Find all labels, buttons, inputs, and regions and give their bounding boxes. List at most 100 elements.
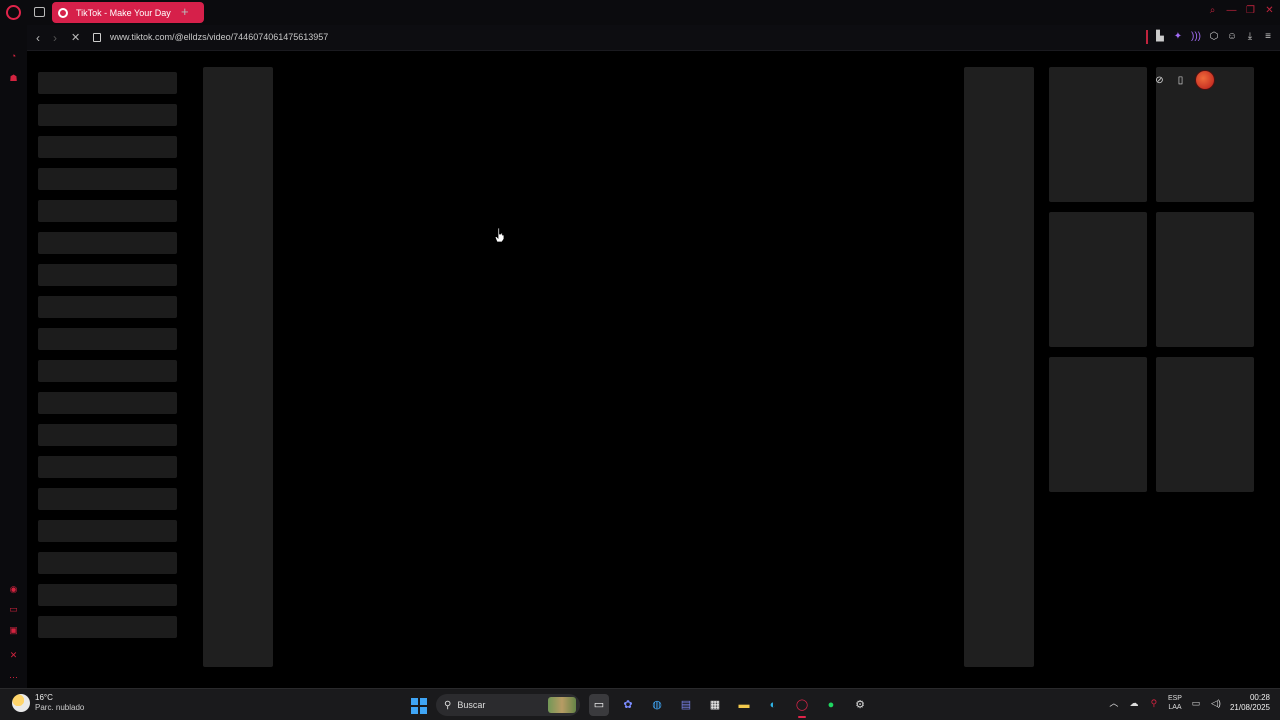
nav-skeleton-item [38,136,177,158]
forward-button[interactable]: › [53,31,63,45]
related-grid-skeleton [1049,67,1255,492]
loading-favicon-icon [58,7,68,18]
network-icon[interactable]: ▭ [1190,696,1202,710]
nav-skeleton-item [38,392,177,414]
page-content: ⊘ ▯ [27,51,1280,688]
settings-icon[interactable]: ⚙ [850,694,870,716]
floating-toolbar: ⊘ ▯ [1153,70,1215,90]
nav-skeleton-item [38,424,177,446]
new-tab-button[interactable]: + [181,4,189,20]
tab-title: TikTok - Make Your Day [76,7,171,18]
edge-icon[interactable]: ◐ [763,694,783,716]
avatar[interactable] [1195,70,1215,90]
sidebar-player-icon[interactable]: ▣ [8,625,19,635]
nav-skeleton-item [38,328,177,350]
volume-icon[interactable]: ◁) [1210,696,1222,710]
grid-skeleton-cell [1049,212,1147,347]
weather-temp: 16°C [35,693,53,702]
nav-skeleton-item [38,552,177,574]
search-icon: ⚲ [444,699,452,711]
nav-skeleton-item [38,360,177,382]
sidebar-vpn-icon[interactable]: ◉ [8,584,19,594]
sidebar-more-icon[interactable]: ⋯ [8,672,19,682]
language-indicator[interactable]: ESP LAA [1168,694,1182,712]
restore-button[interactable]: ❐ [1244,2,1257,20]
close-window-button[interactable]: ✕ [1263,2,1276,20]
nav-skeleton-item [38,520,177,542]
mobile-icon[interactable]: ▯ [1174,74,1187,87]
url-field[interactable]: www.tiktok.com/@elldzs/video/74460740614… [110,32,328,42]
opera-sidebar: ◔ ☗ ◉ ▭ ▣ ✕ ⋯ [0,0,27,688]
lock-icon[interactable] [93,33,101,42]
grid-skeleton-cell [1049,67,1147,202]
search-tabs-icon[interactable]: ⌕ [1206,2,1219,20]
nav-skeleton-item [38,232,177,254]
sidebar-gx-icon[interactable]: ✕ [8,650,19,660]
edge-beta-icon[interactable]: ◍ [647,694,667,716]
sidebar-profile-icon[interactable]: ☗ [8,73,19,83]
onedrive-icon[interactable]: ☁ [1128,696,1140,710]
nav-skeleton-item [38,616,177,638]
nav-skeleton [38,72,177,648]
grid-skeleton-cell [1156,212,1254,347]
video-skeleton-right [964,67,1034,667]
opera-logo-icon[interactable] [6,5,21,20]
compass-icon[interactable]: ⊘ [1153,74,1166,87]
system-tray: ︿ ☁ ⚲ ESP LAA ▭ ◁) 00:28 21/08/2025 [1108,693,1270,713]
search-placeholder: Buscar [457,700,486,710]
clock-date: 21/08/2025 [1229,703,1270,712]
file-explorer-icon[interactable]: ▬ [734,694,754,716]
copilot-icon[interactable]: ✿ [618,694,638,716]
menu-icon[interactable]: ≡ [1262,30,1274,44]
taskbar-apps: ▭ ✿ ◍ ▤ ▦ ▬ ◐ ◯ ● ⚙ [589,694,870,718]
grid-skeleton-cell [1156,357,1254,492]
clock[interactable]: 00:28 21/08/2025 [1230,693,1270,713]
stop-loading-button[interactable]: ✕ [71,32,80,44]
grid-skeleton-cell [1049,357,1147,492]
chevron-up-icon[interactable]: ︿ [1108,696,1120,710]
partly-cloudy-icon [12,694,30,712]
window-controls: ⌕ — ❐ ✕ [1206,2,1276,20]
lang-code: ESP [1167,695,1182,702]
extension-adblock-icon[interactable]: ▙ [1154,30,1166,44]
opera-gx-icon[interactable]: ◯ [792,694,812,718]
sidebar-wallet-icon[interactable]: ▭ [8,604,19,614]
video-skeleton-left [203,67,273,667]
task-view-icon[interactable]: ▭ [589,694,609,716]
minimize-button[interactable]: — [1225,2,1238,20]
extension-ai-icon[interactable]: ✦ [1172,30,1184,44]
store-icon[interactable]: ▦ [705,694,725,716]
nav-skeleton-item [38,168,177,190]
tab-islands-icon[interactable] [34,7,45,17]
nav-skeleton-item [38,264,177,286]
start-button[interactable] [411,698,427,714]
taskbar-search[interactable]: ⚲ Buscar [436,694,580,716]
search-highlight-image [548,697,576,713]
clock-time: 00:28 [1249,693,1270,702]
back-button[interactable]: ‹ [36,31,46,45]
extension-toolbar: ▙ ✦ ))) ⬡ ☺ ⤓ ≡ [1146,30,1274,44]
account-icon[interactable]: ☺ [1226,30,1238,44]
extensions-icon[interactable]: ⬡ [1208,30,1220,44]
teams-icon[interactable]: ▤ [676,694,696,716]
spotify-icon[interactable]: ● [821,694,841,716]
toolbar-divider [1146,30,1148,44]
tab-bar: TikTok - Make Your Day + ⌕ — ❐ ✕ [27,0,1280,25]
weather-widget[interactable]: 16°C Parc. nublado [12,693,84,713]
nav-skeleton-item [38,488,177,510]
lang-layout: LAA [1168,704,1182,711]
taskbar: 16°C Parc. nublado ⚲ Buscar ▭ ✿ ◍ ▤ ▦ ▬ … [0,688,1280,720]
nav-skeleton-item [38,72,177,94]
nav-skeleton-item [38,200,177,222]
downloads-icon[interactable]: ⤓ [1244,30,1256,44]
nav-skeleton-item [38,296,177,318]
address-bar-row: ‹ › ✕ www.tiktok.com/@elldzs/video/74460… [27,25,1280,51]
sidebar-feeds-icon[interactable]: ◔ [8,51,19,61]
microphone-icon[interactable]: ⚲ [1148,696,1160,710]
extension-audio-icon[interactable]: ))) [1190,30,1202,44]
nav-skeleton-item [38,104,177,126]
nav-skeleton-item [38,456,177,478]
nav-skeleton-item [38,584,177,606]
weather-desc: Parc. nublado [35,703,85,712]
hand-cursor-icon [494,227,505,243]
